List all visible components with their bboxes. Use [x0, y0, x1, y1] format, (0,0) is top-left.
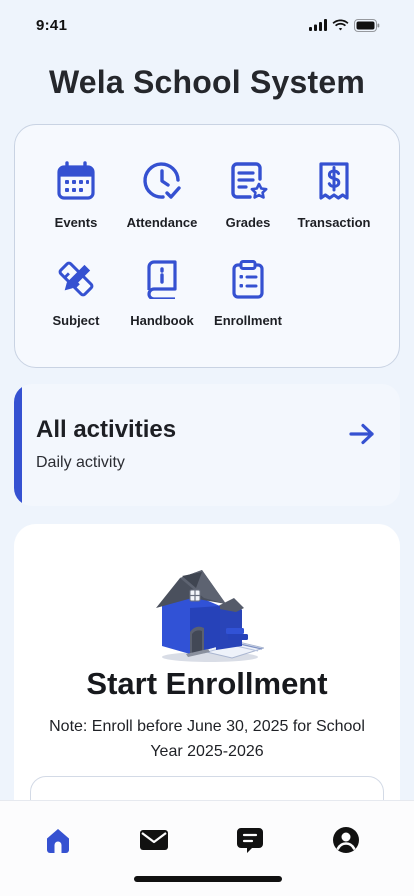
wifi-icon — [332, 19, 349, 31]
menu-item-subject[interactable]: Subject — [33, 259, 119, 328]
profile-icon — [333, 827, 359, 853]
home-indicator — [134, 876, 282, 882]
school-building-illustration — [156, 570, 264, 662]
arrow-right-icon[interactable] — [348, 422, 376, 446]
home-icon — [47, 829, 69, 853]
menu-item-enrollment[interactable]: Enrollment — [205, 259, 291, 328]
enrollment-title: Start Enrollment — [86, 666, 328, 701]
menu-item-events[interactable]: Events — [33, 161, 119, 230]
nav-profile[interactable] — [331, 825, 361, 855]
enrollment-note: Note: Enroll before June 30, 2025 for Sc… — [49, 718, 365, 760]
menu-label-attendance: Attendance — [126, 215, 198, 230]
app-title: Wela School System — [48, 64, 365, 100]
all-activities-card[interactable]: All activities Daily activity — [14, 384, 400, 506]
status-bar: 9:41 — [0, 0, 414, 48]
menu-item-grades[interactable]: Grades — [205, 161, 291, 230]
chat-icon — [237, 828, 263, 853]
receipt-dollar-icon — [319, 162, 349, 200]
menu-item-transaction[interactable]: Transaction — [291, 161, 377, 230]
menu-label-events: Events — [54, 215, 98, 230]
menu-item-attendance[interactable]: Attendance — [119, 161, 205, 230]
battery-icon — [354, 18, 380, 32]
book-icon — [147, 260, 177, 299]
menu-label-enrollment: Enrollment — [214, 313, 282, 328]
activities-title: All activities — [36, 416, 177, 443]
status-time: 9:41 — [36, 16, 68, 34]
mail-icon — [140, 830, 168, 850]
clipboard-icon — [232, 260, 264, 299]
clock-check-icon — [143, 162, 181, 199]
menu-item-handbook[interactable]: Handbook — [119, 259, 205, 328]
nav-messages[interactable] — [139, 825, 169, 855]
pencil-ruler-icon — [58, 261, 94, 297]
calendar-icon — [57, 161, 95, 200]
activities-subtitle: Daily activity — [36, 454, 125, 471]
menu-label-transaction: Transaction — [297, 215, 371, 230]
activity-accent-bar — [14, 384, 22, 506]
status-icons — [309, 18, 380, 32]
menu-label-handbook: Handbook — [130, 313, 194, 328]
signal-icon — [309, 19, 327, 31]
report-star-icon — [231, 162, 268, 199]
nav-chat[interactable] — [235, 825, 265, 855]
nav-home[interactable] — [43, 825, 73, 855]
menu-label-subject: Subject — [52, 313, 100, 328]
menu-grid: Events Attendance Grades Transaction Sub… — [14, 124, 400, 368]
menu-label-grades: Grades — [225, 215, 271, 230]
